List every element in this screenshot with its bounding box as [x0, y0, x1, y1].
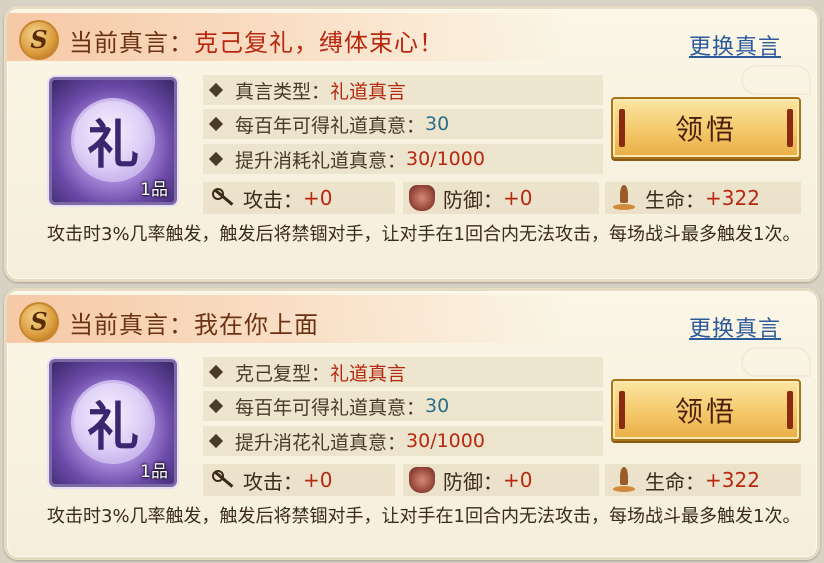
stat-value: +0: [503, 186, 533, 210]
stat-value: +322: [705, 468, 760, 492]
comprehend-button-label: 领悟: [674, 395, 737, 428]
info-row-type: 真言类型： 礼道真言: [203, 75, 603, 105]
info-label: 提升消耗礼道真意：: [235, 149, 407, 172]
stat-attack: 攻击： +0: [203, 182, 395, 214]
diamond-bullet-icon: [208, 82, 224, 98]
diamond-bullet-icon: [208, 398, 224, 414]
cloud-decoration: [741, 347, 811, 377]
mantra-description: 攻击时3%几率触发，触发后将禁锢对手，让对手在1回合内无法攻击，每场战斗最多触发…: [47, 506, 801, 527]
mantra-panel-1: S 当前真言：克己复礼，缚体束心！ 更换真言 礼 1品 真言类型： 礼道真言 每百…: [4, 6, 820, 282]
stat-label: 防御：: [443, 469, 503, 494]
info-label: 每百年可得礼道真意：: [235, 396, 426, 419]
current-mantra-title: 当前真言：我在你上面: [69, 305, 319, 340]
stat-label: 攻击：: [243, 187, 303, 212]
stat-label: 攻击：: [243, 469, 303, 494]
armor-icon: [409, 185, 435, 211]
info-label: 每百年可得礼道真意：: [235, 114, 426, 137]
stat-label: 防御：: [443, 187, 503, 212]
mantra-skill-icon[interactable]: 礼 1品: [49, 77, 177, 205]
stat-health: 生命： +322: [605, 464, 801, 496]
stat-defense: 防御： +0: [403, 464, 599, 496]
button-edge-left: [619, 109, 625, 147]
diamond-bullet-icon: [208, 433, 224, 449]
mantra-logo-icon: S: [19, 20, 59, 60]
health-icon: [611, 185, 637, 211]
skill-glyph: 礼: [86, 114, 139, 176]
mantra-description: 攻击时3%几率触发，触发后将禁锢对手，让对手在1回合内无法攻击，每场战斗最多触发…: [47, 224, 801, 245]
info-label: 真言类型：: [235, 80, 331, 103]
info-label: 提升消花礼道真意：: [235, 431, 407, 454]
stat-value: +0: [303, 468, 333, 492]
button-edge-right: [787, 391, 793, 429]
stat-value: +0: [503, 468, 533, 492]
mantra-panel-2: S 当前真言：我在你上面 更换真言 礼 1品 克己复型： 礼道真言 每百年可得礼道…: [4, 288, 820, 560]
armor-icon: [409, 467, 435, 493]
stat-defense: 防御： +0: [403, 182, 599, 214]
skill-glyph: 礼: [86, 396, 139, 458]
button-edge-right: [787, 109, 793, 147]
info-row-type: 克己复型： 礼道真言: [203, 357, 603, 387]
stat-value: +322: [705, 186, 760, 210]
stat-value: +0: [303, 186, 333, 210]
rite-disc: 礼: [71, 98, 155, 182]
comprehend-button[interactable]: 领悟: [611, 97, 801, 159]
diamond-bullet-icon: [208, 151, 224, 167]
info-value: 30/1000: [406, 430, 485, 452]
sword-icon: [209, 467, 235, 493]
info-row-gain: 每百年可得礼道真意： 30: [203, 391, 603, 421]
mantra-logo-icon: S: [19, 302, 59, 342]
info-row-cost: 提升消耗礼道真意： 30/1000: [203, 144, 603, 174]
stat-attack: 攻击： +0: [203, 464, 395, 496]
stat-label: 生命：: [645, 469, 705, 494]
comprehend-button[interactable]: 领悟: [611, 379, 801, 441]
comprehend-button-label: 领悟: [674, 113, 737, 146]
change-mantra-link[interactable]: 更换真言: [689, 311, 781, 343]
diamond-bullet-icon: [208, 364, 224, 380]
cloud-decoration: [741, 65, 811, 95]
change-mantra-link[interactable]: 更换真言: [689, 29, 781, 61]
current-mantra-label: 当前真言：: [69, 311, 194, 339]
info-value: 30/1000: [406, 148, 485, 170]
stat-health: 生命： +322: [605, 182, 801, 214]
info-value: 30: [425, 395, 450, 417]
diamond-bullet-icon: [208, 116, 224, 132]
info-row-cost: 提升消花礼道真意： 30/1000: [203, 426, 603, 456]
current-mantra-title: 当前真言：克己复礼，缚体束心！: [69, 23, 444, 58]
current-mantra-motto: 克己复礼，缚体束心！: [194, 29, 444, 57]
info-value: 礼道真言: [330, 80, 407, 103]
info-value: 礼道真言: [330, 362, 407, 385]
info-label: 克己复型：: [235, 362, 331, 385]
info-row-gain: 每百年可得礼道真意： 30: [203, 109, 603, 139]
sword-icon: [209, 185, 235, 211]
grade-badge: 1品: [140, 180, 168, 200]
grade-badge: 1品: [140, 462, 168, 482]
health-icon: [611, 467, 637, 493]
rite-disc: 礼: [71, 380, 155, 464]
current-mantra-motto: 我在你上面: [194, 311, 319, 339]
button-edge-left: [619, 391, 625, 429]
current-mantra-label: 当前真言：: [69, 29, 194, 57]
info-value: 30: [425, 113, 450, 135]
mantra-skill-icon[interactable]: 礼 1品: [49, 359, 177, 487]
stat-label: 生命：: [645, 187, 705, 212]
